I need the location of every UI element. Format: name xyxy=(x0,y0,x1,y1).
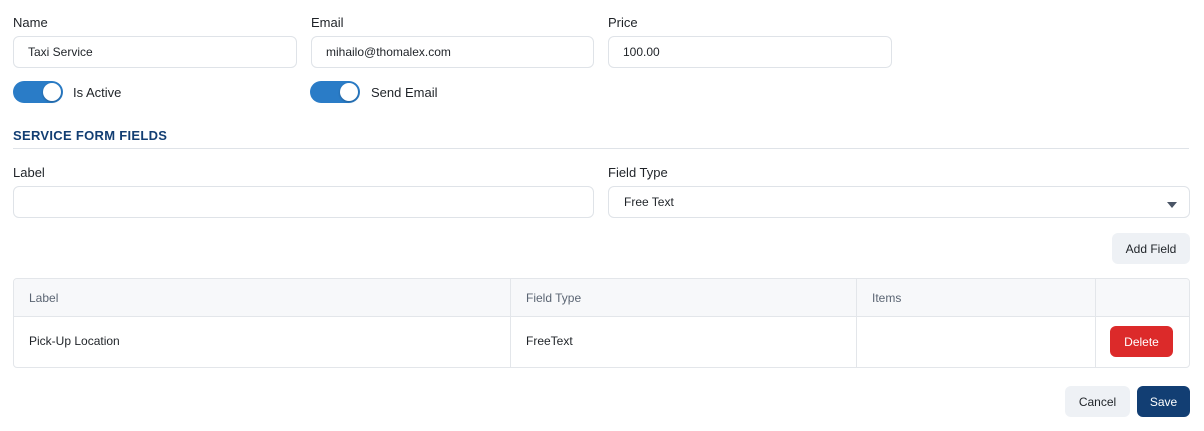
name-input[interactable] xyxy=(13,36,297,68)
field-label-input[interactable] xyxy=(13,186,594,218)
field-type-selected-value: Free Text xyxy=(624,195,674,209)
row-cell-actions: Delete xyxy=(1096,317,1189,367)
table-header: Label Field Type Items xyxy=(14,279,1189,317)
price-label: Price xyxy=(608,15,638,30)
header-cell-items: Items xyxy=(857,279,1096,316)
email-label: Email xyxy=(311,15,344,30)
add-field-button[interactable]: Add Field xyxy=(1112,233,1190,264)
save-button[interactable]: Save xyxy=(1137,386,1190,417)
row-cell-label: Pick-Up Location xyxy=(14,317,511,367)
row-field-type-text: FreeText xyxy=(526,334,573,348)
header-field-type-text: Field Type xyxy=(526,291,582,305)
is-active-label: Is Active xyxy=(73,85,122,100)
section-title: SERVICE FORM FIELDS xyxy=(13,128,168,143)
field-label-label: Label xyxy=(13,165,45,180)
row-label-text: Pick-Up Location xyxy=(29,334,120,348)
send-email-label: Send Email xyxy=(371,85,438,100)
send-email-toggle[interactable] xyxy=(310,81,360,103)
header-cell-actions xyxy=(1096,279,1189,316)
cancel-button[interactable]: Cancel xyxy=(1065,386,1130,417)
table-row: Pick-Up Location FreeText Delete xyxy=(14,317,1189,367)
delete-button[interactable]: Delete xyxy=(1110,326,1173,357)
row-cell-field-type: FreeText xyxy=(511,317,857,367)
field-type-label: Field Type xyxy=(608,165,668,180)
chevron-down-icon xyxy=(1167,202,1177,208)
header-items-text: Items xyxy=(872,291,902,305)
header-cell-label: Label xyxy=(14,279,511,316)
email-input[interactable] xyxy=(311,36,594,68)
toggle-knob xyxy=(43,83,61,101)
field-type-select[interactable]: Free Text xyxy=(608,186,1190,218)
price-input[interactable] xyxy=(608,36,892,68)
header-label-text: Label xyxy=(29,291,59,305)
fields-table: Label Field Type Items Pick-Up Location … xyxy=(13,278,1190,368)
header-cell-field-type: Field Type xyxy=(511,279,857,316)
name-label: Name xyxy=(13,15,48,30)
toggle-knob xyxy=(340,83,358,101)
row-cell-items xyxy=(857,317,1096,367)
is-active-toggle[interactable] xyxy=(13,81,63,103)
section-divider xyxy=(13,148,1189,149)
